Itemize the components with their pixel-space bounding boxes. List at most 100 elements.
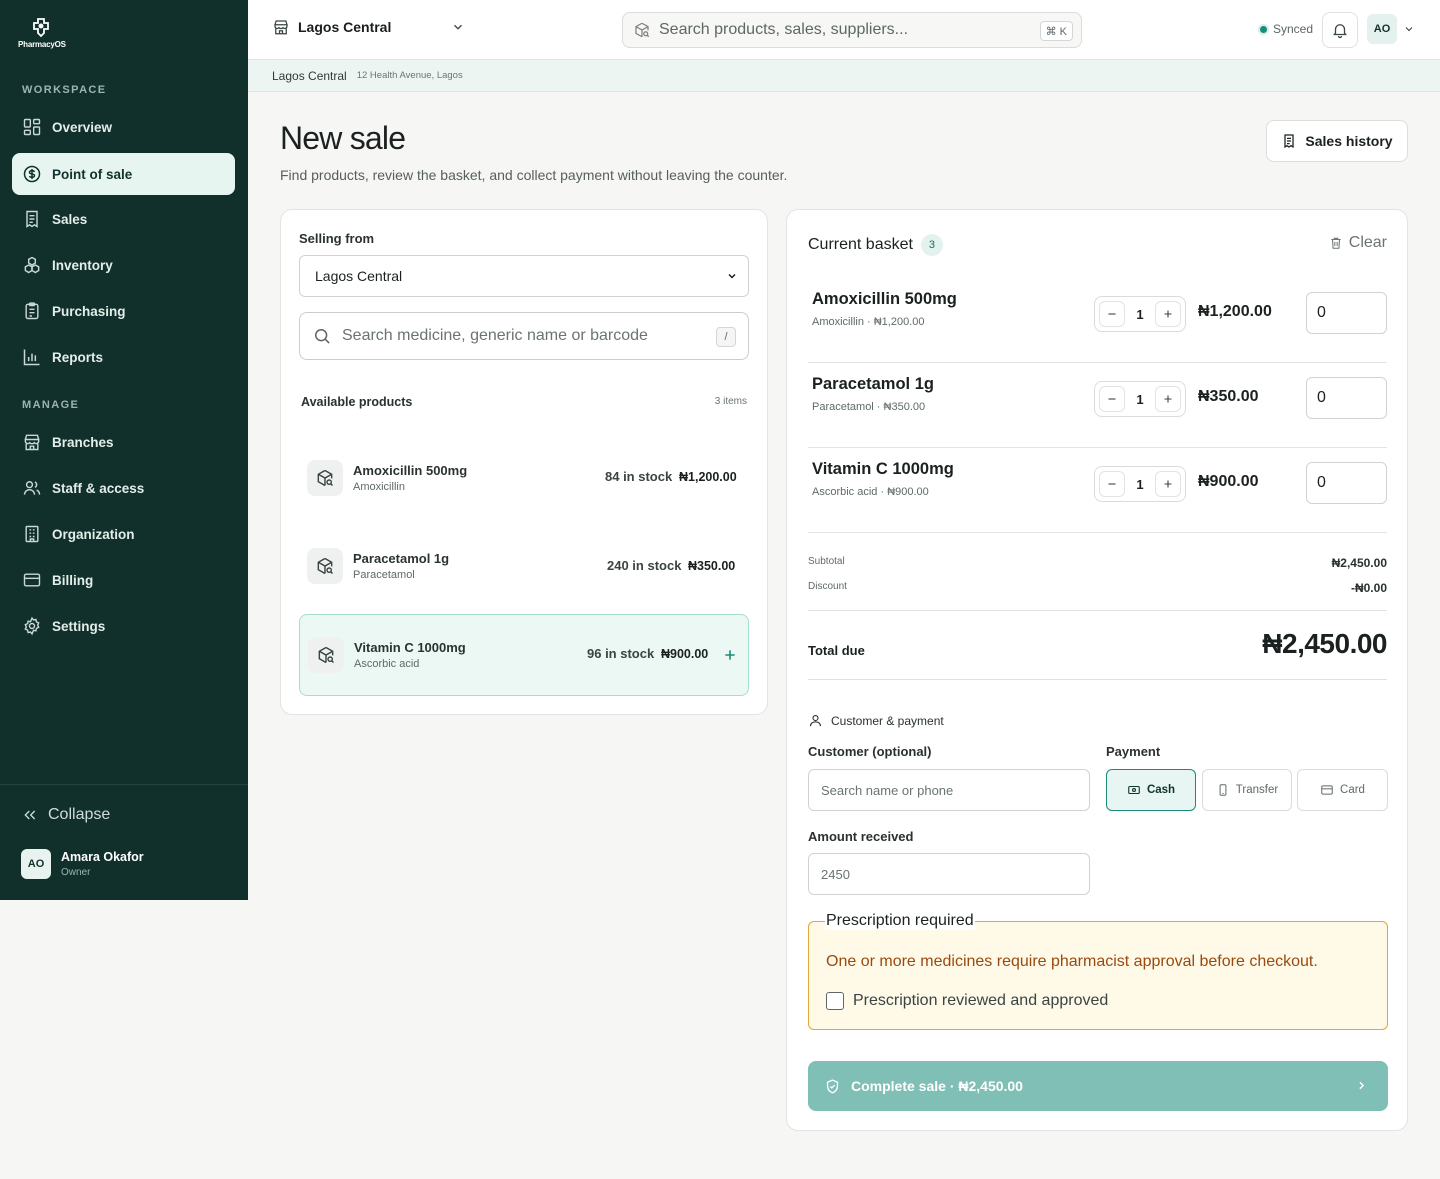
cash-icon bbox=[1128, 785, 1140, 795]
chevron-down-icon[interactable] bbox=[1403, 23, 1415, 35]
card-icon bbox=[23, 573, 41, 587]
package-search-icon bbox=[635, 22, 650, 38]
sidebar-item-label: Branches bbox=[52, 434, 114, 450]
increase-button[interactable] bbox=[1154, 301, 1181, 327]
increase-button[interactable] bbox=[1154, 471, 1181, 497]
payment-cash-button[interactable]: Cash bbox=[1106, 769, 1196, 811]
sidebar-item-organization[interactable]: Organization bbox=[12, 513, 235, 555]
notifications-button[interactable] bbox=[1322, 12, 1358, 48]
subtotal-label: Subtotal bbox=[808, 556, 845, 567]
sidebar-item-reports[interactable]: Reports bbox=[12, 336, 235, 378]
line-discount-input[interactable] bbox=[1306, 292, 1387, 334]
decrease-button[interactable] bbox=[1099, 471, 1125, 497]
search-shortcut-hint: / bbox=[716, 327, 736, 347]
users-icon bbox=[23, 481, 41, 495]
chevron-down-icon bbox=[728, 273, 736, 279]
payment-card-label: Card bbox=[1340, 784, 1365, 796]
minus-icon bbox=[1108, 483, 1116, 485]
sync-dot-icon bbox=[1260, 25, 1267, 33]
plus-icon bbox=[1164, 395, 1172, 403]
sidebar-item-overview[interactable]: Overview bbox=[12, 106, 235, 148]
sales-history-button[interactable]: Sales history bbox=[1266, 120, 1408, 162]
minus-icon bbox=[1108, 398, 1116, 400]
sidebar-item-branches[interactable]: Branches bbox=[12, 421, 235, 463]
chevrons-left-icon bbox=[24, 810, 36, 820]
prescription-notice: Prescription required One or more medici… bbox=[808, 912, 1388, 1030]
customer-search-input[interactable] bbox=[808, 769, 1090, 811]
quantity-value: 1 bbox=[1136, 391, 1144, 407]
trash-icon bbox=[1331, 237, 1341, 249]
logo-text: PharmacyOS bbox=[18, 40, 66, 49]
sidebar-item-inventory[interactable]: Inventory bbox=[12, 244, 235, 286]
sidebar-item-sales[interactable]: Sales bbox=[12, 198, 235, 240]
line-name: Paracetamol 1g bbox=[812, 375, 934, 393]
line-discount-input[interactable] bbox=[1306, 462, 1387, 504]
global-search-input[interactable] bbox=[659, 21, 1029, 39]
available-products-count: 3 items bbox=[714, 396, 747, 407]
payment-card-button[interactable]: Card bbox=[1297, 769, 1388, 811]
gear-icon bbox=[24, 616, 40, 636]
clear-label: Clear bbox=[1348, 234, 1387, 251]
phone-icon bbox=[1219, 784, 1227, 796]
total-value: ₦2,450.00 bbox=[1262, 628, 1387, 659]
store-icon bbox=[274, 20, 288, 35]
decrease-button[interactable] bbox=[1099, 301, 1125, 327]
basket-count-badge: 3 bbox=[920, 234, 943, 256]
increase-button[interactable] bbox=[1154, 386, 1181, 412]
complete-sale-button[interactable]: Complete sale · ₦2,450.00 bbox=[808, 1061, 1388, 1111]
chevron-right-icon bbox=[1359, 1081, 1365, 1090]
payment-transfer-label: Transfer bbox=[1235, 784, 1279, 796]
clear-basket-button[interactable]: Clear bbox=[1329, 234, 1387, 252]
sidebar-item-billing[interactable]: Billing bbox=[12, 559, 235, 601]
receipt-icon bbox=[1284, 134, 1295, 149]
amount-received-input[interactable] bbox=[808, 853, 1090, 895]
account-avatar[interactable]: AO bbox=[1367, 14, 1397, 44]
divider bbox=[808, 610, 1387, 611]
product-row[interactable]: Paracetamol 1g Paracetamol 240 in stock … bbox=[299, 525, 749, 607]
line-price: ₦350.00 bbox=[1198, 388, 1259, 405]
product-search-input[interactable] bbox=[342, 327, 702, 345]
branch-name: Lagos Central bbox=[298, 19, 392, 35]
store-icon bbox=[24, 434, 40, 451]
checkbox-box[interactable] bbox=[826, 992, 844, 1010]
products-panel: Selling from Lagos Central / Available p… bbox=[280, 209, 768, 715]
selling-from-select[interactable]: Lagos Central bbox=[299, 255, 749, 297]
basket-title-text: Current basket bbox=[808, 236, 913, 253]
user-name: Amara Okafor bbox=[61, 850, 144, 864]
collapse-button[interactable]: Collapse bbox=[22, 806, 110, 824]
clipboard-icon bbox=[25, 302, 39, 320]
shortcut-hint: ⌘ K bbox=[1039, 21, 1073, 41]
total-label: Total due bbox=[808, 643, 865, 658]
breadcrumb-address: 12 Health Avenue, Lagos bbox=[356, 70, 463, 81]
branch-selector[interactable]: Lagos Central bbox=[272, 18, 465, 36]
user-profile[interactable]: AO Amara Okafor Owner bbox=[21, 849, 144, 879]
prescription-approval-checkbox[interactable]: Prescription reviewed and approved bbox=[826, 992, 1108, 1010]
decrease-button[interactable] bbox=[1099, 386, 1125, 412]
sidebar-item-settings[interactable]: Settings bbox=[12, 605, 235, 647]
line-discount-input[interactable] bbox=[1306, 377, 1387, 419]
product-row[interactable]: Amoxicillin 500mg Amoxicillin 84 in stoc… bbox=[299, 437, 749, 519]
building-icon bbox=[25, 525, 39, 543]
sidebar-item-purchasing[interactable]: Purchasing bbox=[12, 290, 235, 332]
pharmacyos-logo[interactable]: PharmacyOS bbox=[18, 16, 68, 52]
sidebar-item-point-of-sale[interactable]: Point of sale bbox=[12, 153, 235, 195]
line-price: ₦900.00 bbox=[1198, 473, 1259, 490]
dollar-icon bbox=[23, 165, 41, 183]
product-row-selected[interactable]: Vitamin C 1000mg Ascorbic acid 96 in sto… bbox=[299, 614, 749, 696]
breadcrumb-branch[interactable]: Lagos Central bbox=[272, 69, 347, 83]
sidebar-item-label: Reports bbox=[52, 349, 104, 365]
subtotal-value: ₦2,450.00 bbox=[1331, 556, 1387, 570]
grid-icon bbox=[23, 118, 41, 136]
quantity-stepper: 1 bbox=[1094, 466, 1186, 502]
sidebar-item-staff-access[interactable]: Staff & access bbox=[12, 467, 235, 509]
plus-icon[interactable] bbox=[722, 647, 738, 663]
quantity-value: 1 bbox=[1136, 306, 1144, 322]
payment-cash-label: Cash bbox=[1146, 784, 1176, 796]
receipt-icon bbox=[26, 210, 38, 228]
sidebar-item-label: Billing bbox=[52, 572, 94, 588]
package-search-icon bbox=[317, 557, 334, 575]
prescription-approval-label: Prescription reviewed and approved bbox=[853, 992, 1109, 1009]
plus-icon bbox=[1164, 310, 1172, 318]
sidebar-divider bbox=[0, 784, 248, 785]
payment-transfer-button[interactable]: Transfer bbox=[1202, 769, 1292, 811]
